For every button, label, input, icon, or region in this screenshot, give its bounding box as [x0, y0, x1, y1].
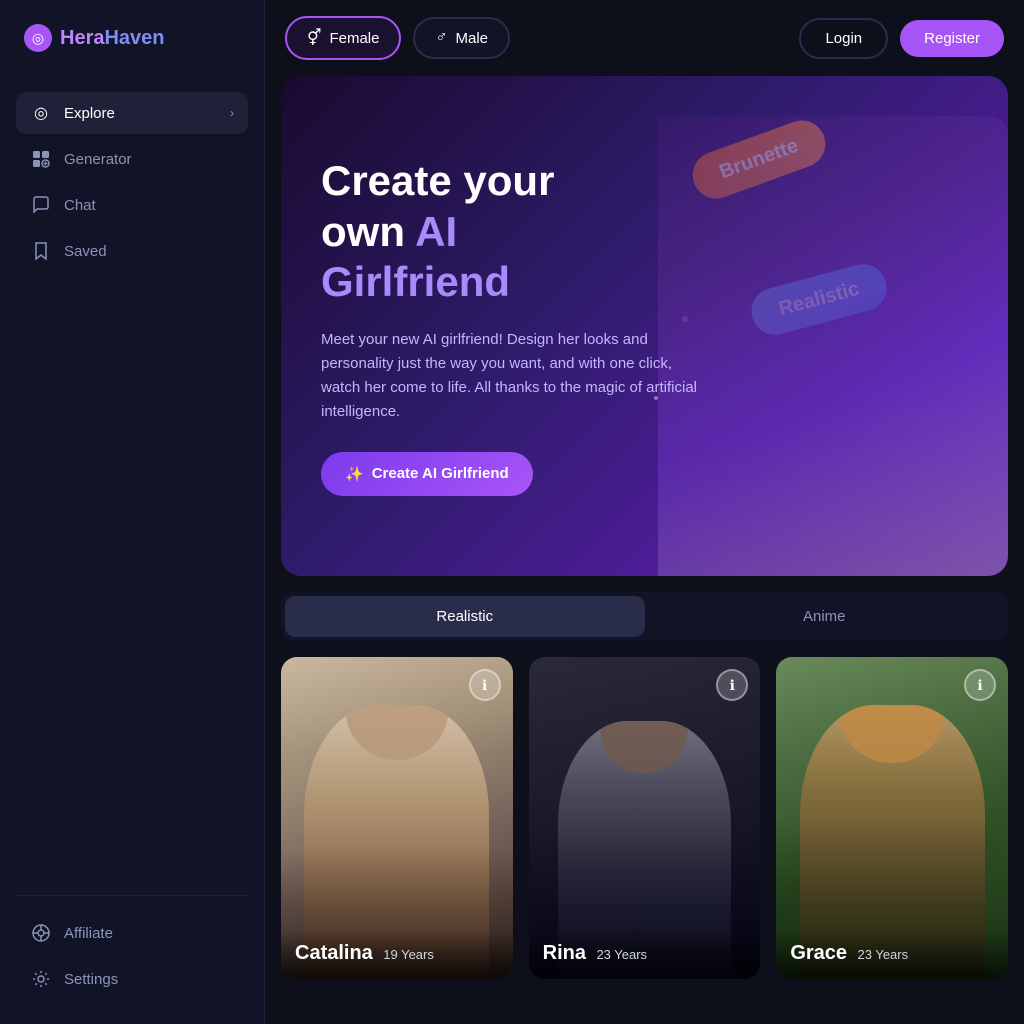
catalina-age: 19 Years — [383, 947, 434, 962]
rina-name: Rina — [543, 942, 586, 964]
female-gender-button[interactable]: ⚥ Female — [285, 16, 401, 60]
sidebar-item-generator[interactable]: Generator — [16, 138, 248, 180]
sidebar-bottom: Affiliate Settings — [16, 895, 248, 1000]
chat-icon — [30, 194, 52, 216]
topbar: ⚥ Female ♂ Male Login Register — [265, 0, 1024, 76]
sidebar-item-label: Generator — [64, 151, 132, 168]
grace-info-button[interactable]: ℹ — [964, 669, 996, 701]
explore-icon: ◎ — [30, 102, 52, 124]
hero-description: Meet your new AI girlfriend! Design her … — [321, 328, 701, 424]
affiliate-icon — [30, 922, 52, 944]
register-button[interactable]: Register — [900, 20, 1004, 57]
sidebar-item-label: Chat — [64, 197, 96, 214]
hero-banner: Create your own AIGirlfriend Meet your n… — [281, 76, 1008, 576]
logo: ◎ HeraHaven — [16, 24, 248, 52]
male-label: Male — [455, 30, 488, 47]
cards-grid: ℹ Catalina 19 Years ℹ Rina 23 Years — [265, 657, 1024, 999]
card-grace[interactable]: ℹ Grace 23 Years — [776, 657, 1008, 979]
sidebar-item-explore[interactable]: ◎ Explore › — [16, 92, 248, 134]
card-rina[interactable]: ℹ Rina 23 Years — [529, 657, 761, 979]
female-label: Female — [329, 30, 379, 47]
sidebar-item-settings[interactable]: Settings — [16, 958, 248, 1000]
grace-name: Grace — [790, 942, 847, 964]
catalina-label: Catalina 19 Years — [281, 930, 513, 979]
hero-girl-image — [658, 116, 1008, 576]
female-icon: ⚥ — [307, 28, 321, 48]
main-content: ⚥ Female ♂ Male Login Register Create yo… — [265, 0, 1024, 1024]
tab-anime[interactable]: Anime — [645, 596, 1005, 637]
sidebar-item-label: Saved — [64, 243, 107, 260]
male-icon: ♂ — [435, 29, 447, 47]
settings-icon — [30, 968, 52, 990]
bookmark-icon — [30, 240, 52, 262]
logo-part2: Haven — [104, 27, 164, 49]
sidebar-item-saved[interactable]: Saved — [16, 230, 248, 272]
style-tabs: Realistic Anime — [281, 592, 1008, 641]
sidebar-item-affiliate[interactable]: Affiliate — [16, 912, 248, 954]
tab-realistic[interactable]: Realistic — [285, 596, 645, 637]
hero-content: Create your own AIGirlfriend Meet your n… — [321, 156, 701, 495]
generator-icon — [30, 148, 52, 170]
sidebar: ◎ HeraHaven ◎ Explore › Generator — [0, 0, 265, 1024]
magic-wand-icon: ✨ — [345, 465, 364, 483]
card-catalina[interactable]: ℹ Catalina 19 Years — [281, 657, 513, 979]
logo-text: HeraHaven — [60, 27, 165, 50]
logo-icon: ◎ — [24, 24, 52, 52]
sidebar-item-label: Explore — [64, 105, 115, 122]
male-gender-button[interactable]: ♂ Male — [413, 17, 510, 59]
login-button[interactable]: Login — [799, 18, 888, 59]
sidebar-item-label: Affiliate — [64, 925, 113, 942]
sidebar-item-chat[interactable]: Chat — [16, 184, 248, 226]
grace-age: 23 Years — [858, 947, 909, 962]
rina-label: Rina 23 Years — [529, 930, 761, 979]
chevron-right-icon: › — [230, 106, 234, 120]
hero-title: Create your own AIGirlfriend — [321, 156, 701, 307]
grace-label: Grace 23 Years — [776, 930, 1008, 979]
rina-age: 23 Years — [596, 947, 647, 962]
sidebar-item-label: Settings — [64, 971, 118, 988]
nav-section: ◎ Explore › Generator — [16, 92, 248, 895]
create-ai-girlfriend-button[interactable]: ✨ Create AI Girlfriend — [321, 452, 533, 496]
catalina-name: Catalina — [295, 942, 373, 964]
logo-part1: Hera — [60, 27, 104, 49]
catalina-info-button[interactable]: ℹ — [469, 669, 501, 701]
